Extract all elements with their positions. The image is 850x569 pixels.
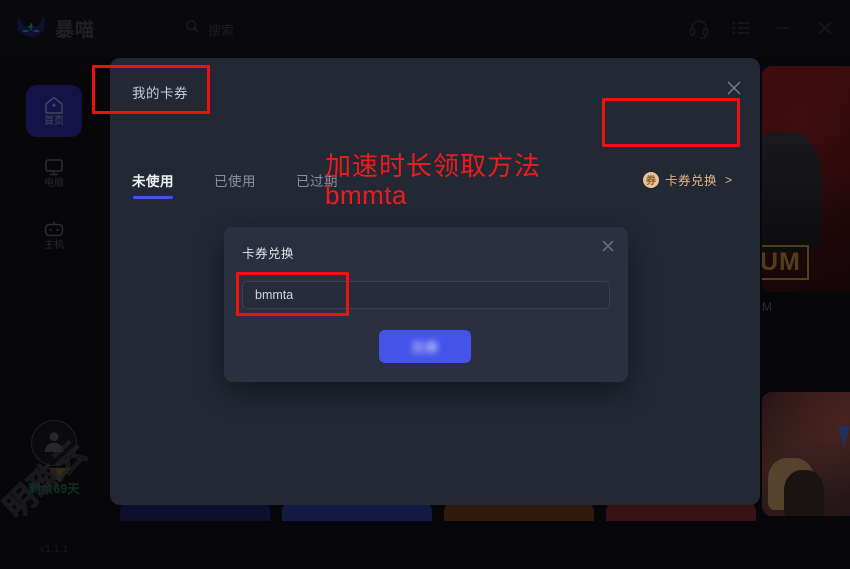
tab-label: 未使用 (132, 174, 174, 189)
tab-label: 已使用 (214, 174, 256, 189)
coupon-code-input[interactable] (242, 281, 610, 309)
coupon-redeem-label: 卡券兑换 (664, 174, 717, 188)
chevron-right-icon: > (724, 172, 732, 187)
dialog-title: 卡券兑换 (242, 247, 295, 261)
tab-label: 已过期 (296, 174, 338, 189)
tab-used[interactable]: 已使用 (214, 170, 256, 199)
tab-expired[interactable]: 已过期 (296, 170, 338, 199)
tab-unused[interactable]: 未使用 (132, 170, 174, 199)
page-title: 我的卡券 (132, 86, 188, 101)
redeem-submit-button[interactable]: 兑换 (379, 330, 471, 363)
redeem-submit-label: 兑换 (410, 340, 439, 355)
coupon-redeem-link[interactable]: 券 卡券兑换 > (642, 170, 732, 189)
dialog-close-button[interactable] (598, 236, 618, 256)
app-window: 暴喵 搜索 (0, 0, 850, 569)
panel-close-button[interactable] (722, 76, 746, 100)
coupon-tabs: 未使用 已使用 已过期 (132, 170, 338, 199)
tab-active-underline (133, 196, 173, 199)
close-icon (727, 81, 741, 95)
close-icon (602, 240, 614, 252)
coupon-coin-icon: 券 (642, 171, 659, 188)
coupon-redeem-dialog: 卡券兑换 兑换 (224, 227, 628, 382)
